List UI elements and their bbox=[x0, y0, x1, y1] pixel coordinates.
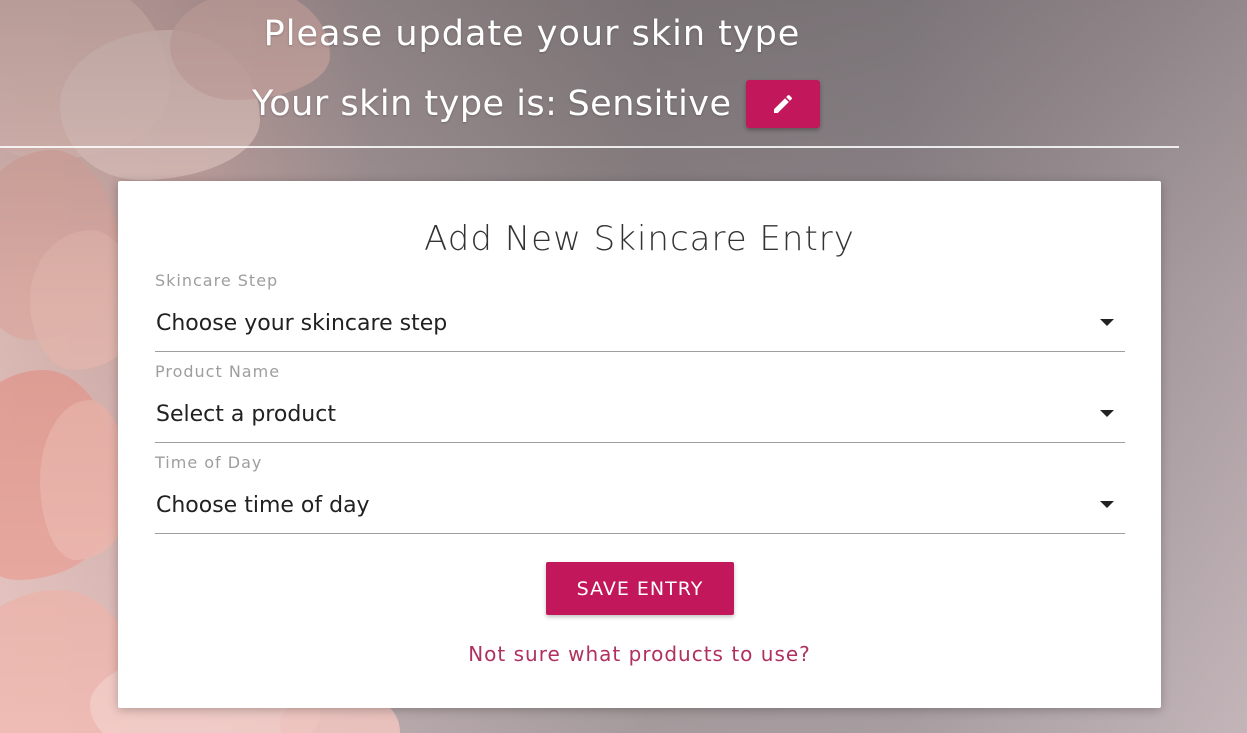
product-help-link[interactable]: Not sure what products to use? bbox=[118, 642, 1161, 666]
product-name-value: Select a product bbox=[156, 402, 336, 427]
edit-skin-type-button[interactable] bbox=[745, 80, 820, 128]
update-skin-type-prompt: Please update your skin type bbox=[263, 14, 801, 54]
card-title: Add New Skincare Entry bbox=[424, 219, 855, 259]
header-divider bbox=[0, 146, 1179, 148]
skincare-step-label: Skincare Step bbox=[155, 271, 279, 290]
skincare-entry-card: Add New Skincare Entry Skincare Step Cho… bbox=[118, 181, 1161, 708]
skincare-step-value: Choose your skincare step bbox=[156, 311, 448, 336]
skin-type-label: Your skin type is: bbox=[252, 84, 558, 124]
caret-down-icon bbox=[1100, 319, 1114, 326]
product-name-select[interactable]: Select a product bbox=[155, 384, 1125, 443]
skincare-step-field: Skincare Step Choose your skincare step bbox=[155, 271, 1125, 352]
skincare-step-select[interactable]: Choose your skincare step bbox=[155, 293, 1125, 352]
time-of-day-value: Choose time of day bbox=[156, 493, 370, 518]
caret-down-icon bbox=[1100, 410, 1114, 417]
caret-down-icon bbox=[1100, 501, 1114, 508]
time-of-day-select[interactable]: Choose time of day bbox=[155, 475, 1125, 534]
pencil-icon bbox=[773, 94, 792, 113]
product-name-field: Product Name Select a product bbox=[155, 362, 1125, 443]
time-of-day-label: Time of Day bbox=[155, 453, 263, 472]
time-of-day-field: Time of Day Choose time of day bbox=[155, 453, 1125, 534]
product-name-label: Product Name bbox=[155, 362, 281, 381]
save-entry-button[interactable]: SAVE ENTRY bbox=[546, 562, 734, 615]
skin-type-line: Your skin type is: Sensitive bbox=[252, 80, 820, 128]
skin-type-value: Sensitive bbox=[567, 84, 732, 124]
